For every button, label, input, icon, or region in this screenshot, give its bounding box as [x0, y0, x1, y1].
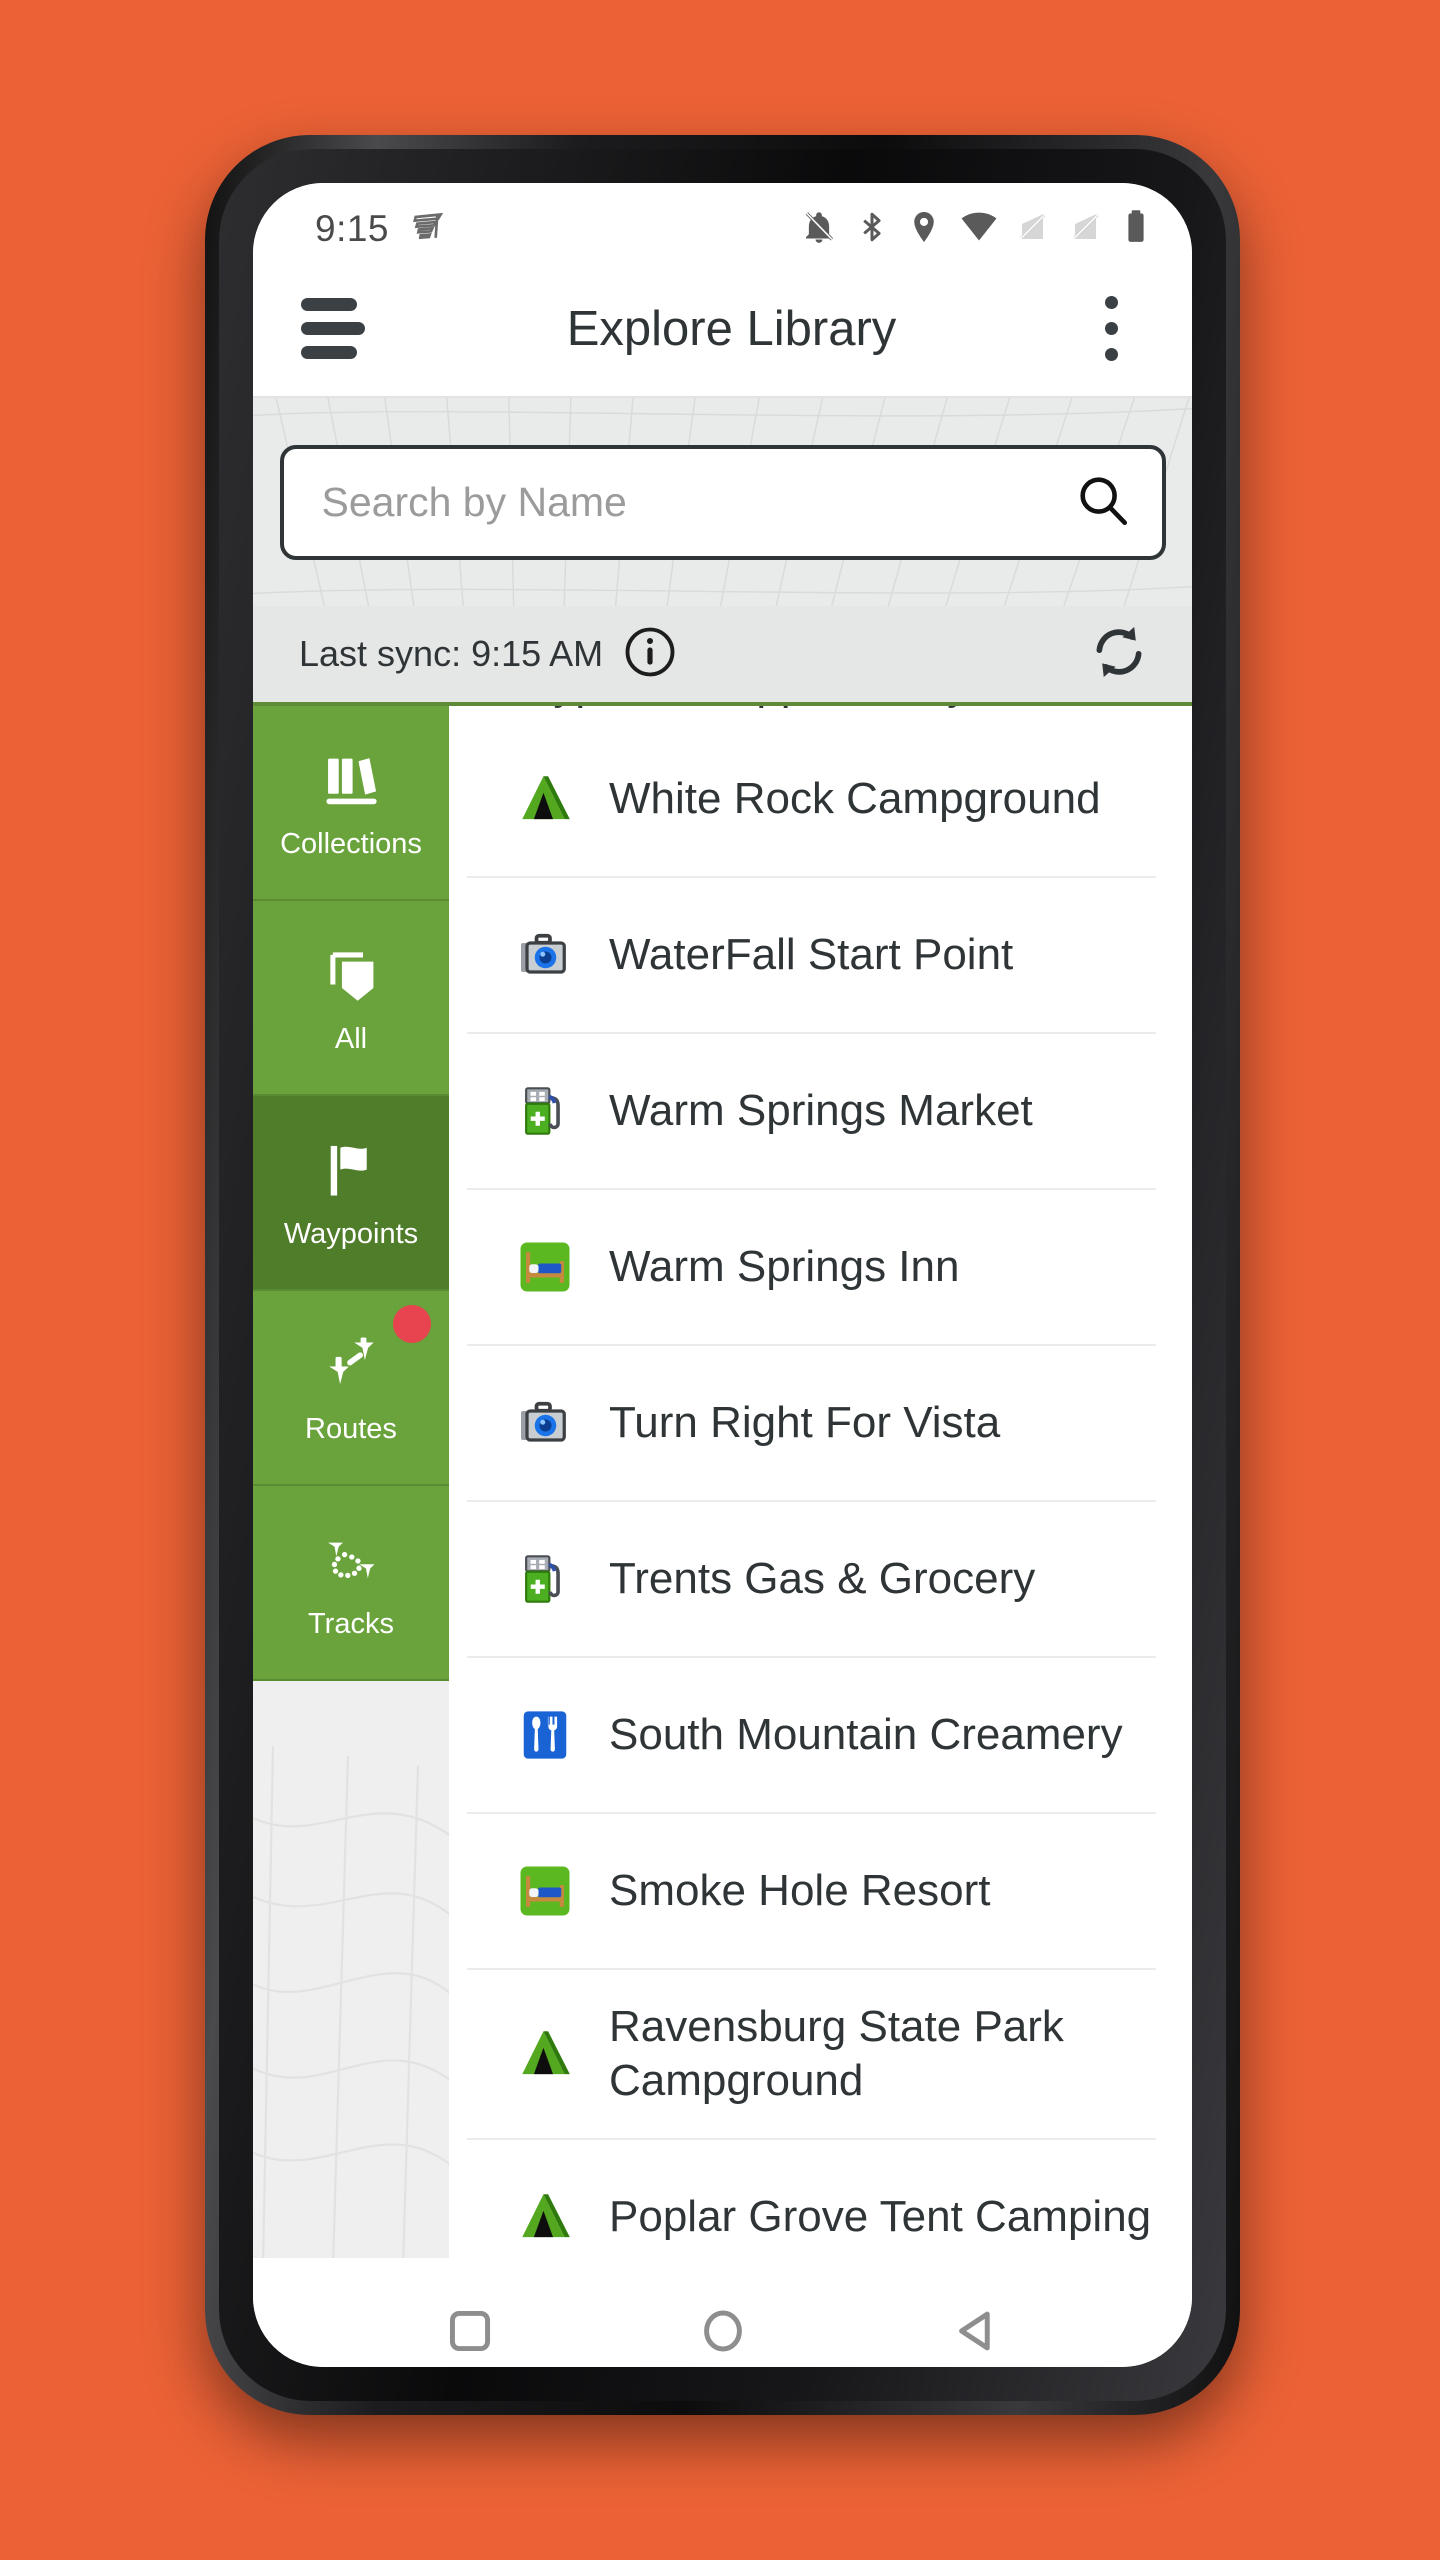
list-item[interactable]: Warm Springs Market	[467, 1034, 1156, 1190]
list-item-label: Ravensburg State Park Campground	[609, 2002, 1064, 2105]
tent-icon	[495, 768, 595, 830]
hamburger-line	[301, 346, 357, 359]
gas-station-icon	[495, 1080, 595, 1142]
lodging-bed-icon	[495, 1861, 595, 1921]
list-item[interactable]: Turn Right For Vista	[467, 1346, 1156, 1502]
overflow-dot	[1104, 322, 1118, 335]
list-item-label: Turn Right For Vista	[609, 1398, 1001, 1448]
sync-refresh-icon[interactable]	[1088, 621, 1150, 688]
search-icon[interactable]	[1074, 471, 1132, 534]
bell-muted-icon	[800, 208, 838, 251]
poi-list[interactable]: Waypoints Clipped Entry White Rock Campg…	[449, 706, 1192, 2258]
list-item[interactable]: WaterFall Start Point	[467, 878, 1156, 1034]
list-item-label: Waypoints Clipped Entry	[489, 706, 969, 710]
list-item-label: South Mountain Creamery	[609, 1710, 1123, 1760]
overflow-dot	[1104, 348, 1118, 361]
list-item-label: WaterFall Start Point	[609, 930, 1014, 980]
sidebar-item-routes[interactable]: Routes	[253, 1291, 449, 1486]
battery-icon	[1122, 208, 1150, 251]
app-bar: Explore Library	[253, 261, 1192, 398]
search-band	[253, 398, 1192, 606]
list-item[interactable]: Trents Gas & Grocery	[467, 1502, 1156, 1658]
more-vertical-icon[interactable]	[1076, 296, 1146, 361]
stacked-tags-icon	[318, 939, 384, 1013]
android-nav-bar	[253, 2258, 1192, 2367]
list-item-partial[interactable]: Waypoints Clipped Entry	[449, 706, 1192, 722]
list-item-label: Warm Springs Market	[609, 1086, 1033, 1136]
flag-icon	[318, 1134, 384, 1208]
list-item-label: Trents Gas & Grocery	[609, 1554, 1036, 1604]
lodging-bed-icon	[495, 1237, 595, 1297]
list-item-label: Poplar Grove Tent Camping	[609, 2192, 1152, 2242]
list-item[interactable]: Poplar Grove Tent Camping	[467, 2140, 1156, 2258]
sidebar-item-label: Collections	[280, 828, 422, 860]
books-icon	[315, 744, 387, 818]
list-item[interactable]: Ravensburg State Park Campground	[467, 1970, 1156, 2140]
sim-off-1-icon	[1016, 208, 1052, 251]
list-item[interactable]: Smoke Hole Resort	[467, 1814, 1156, 1970]
sidebar-item-collections[interactable]: Collections	[253, 706, 449, 901]
tent-icon	[495, 2186, 595, 2248]
home-button[interactable]	[663, 2286, 783, 2368]
sidebar-item-tracks[interactable]: Tracks	[253, 1486, 449, 1681]
sidebar-item-label: All	[334, 1023, 368, 1055]
overflow-dot	[1104, 296, 1118, 309]
page-title: Explore Library	[566, 301, 897, 356]
back-button[interactable]	[916, 2286, 1036, 2368]
restaurant-icon	[495, 1706, 595, 1764]
hamburger-menu-icon[interactable]	[301, 298, 387, 359]
phone-frame: 9:15 Explore Library Search by Name Last…	[205, 135, 1240, 2415]
search-input[interactable]	[321, 478, 1074, 526]
status-clock: 9:15	[315, 208, 390, 249]
info-icon[interactable]	[623, 625, 677, 684]
list-item-label: White Rock Campground	[609, 774, 1101, 824]
sim-off-2-icon	[1069, 208, 1105, 251]
list-item[interactable]: White Rock Campground	[467, 722, 1156, 878]
wifi-icon	[959, 208, 999, 251]
sync-status: Last sync: 9:15 AM	[299, 625, 677, 684]
list-item[interactable]: Warm Springs Inn	[467, 1190, 1156, 1346]
sidebar-item-label: Waypoints	[283, 1218, 419, 1250]
list-item[interactable]: South Mountain Creamery	[467, 1658, 1156, 1814]
signal-stack-icon	[409, 207, 449, 252]
content-area: Collections All Waypoints Routes Tracks …	[253, 706, 1192, 2258]
gas-station-icon	[495, 1548, 595, 1610]
sidebar-item-label: Routes	[305, 1413, 397, 1445]
recents-button[interactable]	[410, 2286, 530, 2368]
bluetooth-icon	[855, 208, 889, 251]
status-bar-right	[800, 208, 1150, 251]
routes-notification-badge	[393, 1305, 431, 1343]
search-field[interactable]	[279, 444, 1166, 560]
sidebar-item-waypoints[interactable]: Waypoints	[253, 1096, 449, 1291]
tent-icon	[495, 2023, 595, 2085]
sidebar-tab-list: Collections All Waypoints Routes Tracks	[253, 706, 449, 1681]
hamburger-line	[301, 298, 357, 311]
list-item-label: Warm Springs Inn	[609, 1242, 960, 1292]
sync-bar: Last sync: 9:15 AM	[253, 606, 1192, 706]
camera-icon	[495, 1393, 595, 1453]
track-dots-icon	[315, 1524, 387, 1598]
phone-bezel: 9:15 Explore Library Search by Name Last…	[219, 149, 1226, 2401]
sidebar-item-all[interactable]: All	[253, 901, 449, 1096]
location-pin-icon	[906, 208, 942, 251]
hamburger-line	[301, 322, 365, 335]
camera-icon	[495, 925, 595, 985]
status-bar: 9:15	[253, 183, 1192, 261]
sidebar: Collections All Waypoints Routes Tracks	[253, 706, 449, 2258]
status-bar-left: 9:15	[315, 207, 449, 252]
phone-screen: 9:15 Explore Library Search by Name Last…	[253, 183, 1192, 2367]
route-pins-icon	[315, 1329, 387, 1403]
list-item-label: Smoke Hole Resort	[609, 1866, 991, 1916]
last-sync-label: Last sync: 9:15 AM	[299, 633, 604, 674]
sidebar-item-label: Tracks	[308, 1608, 394, 1640]
